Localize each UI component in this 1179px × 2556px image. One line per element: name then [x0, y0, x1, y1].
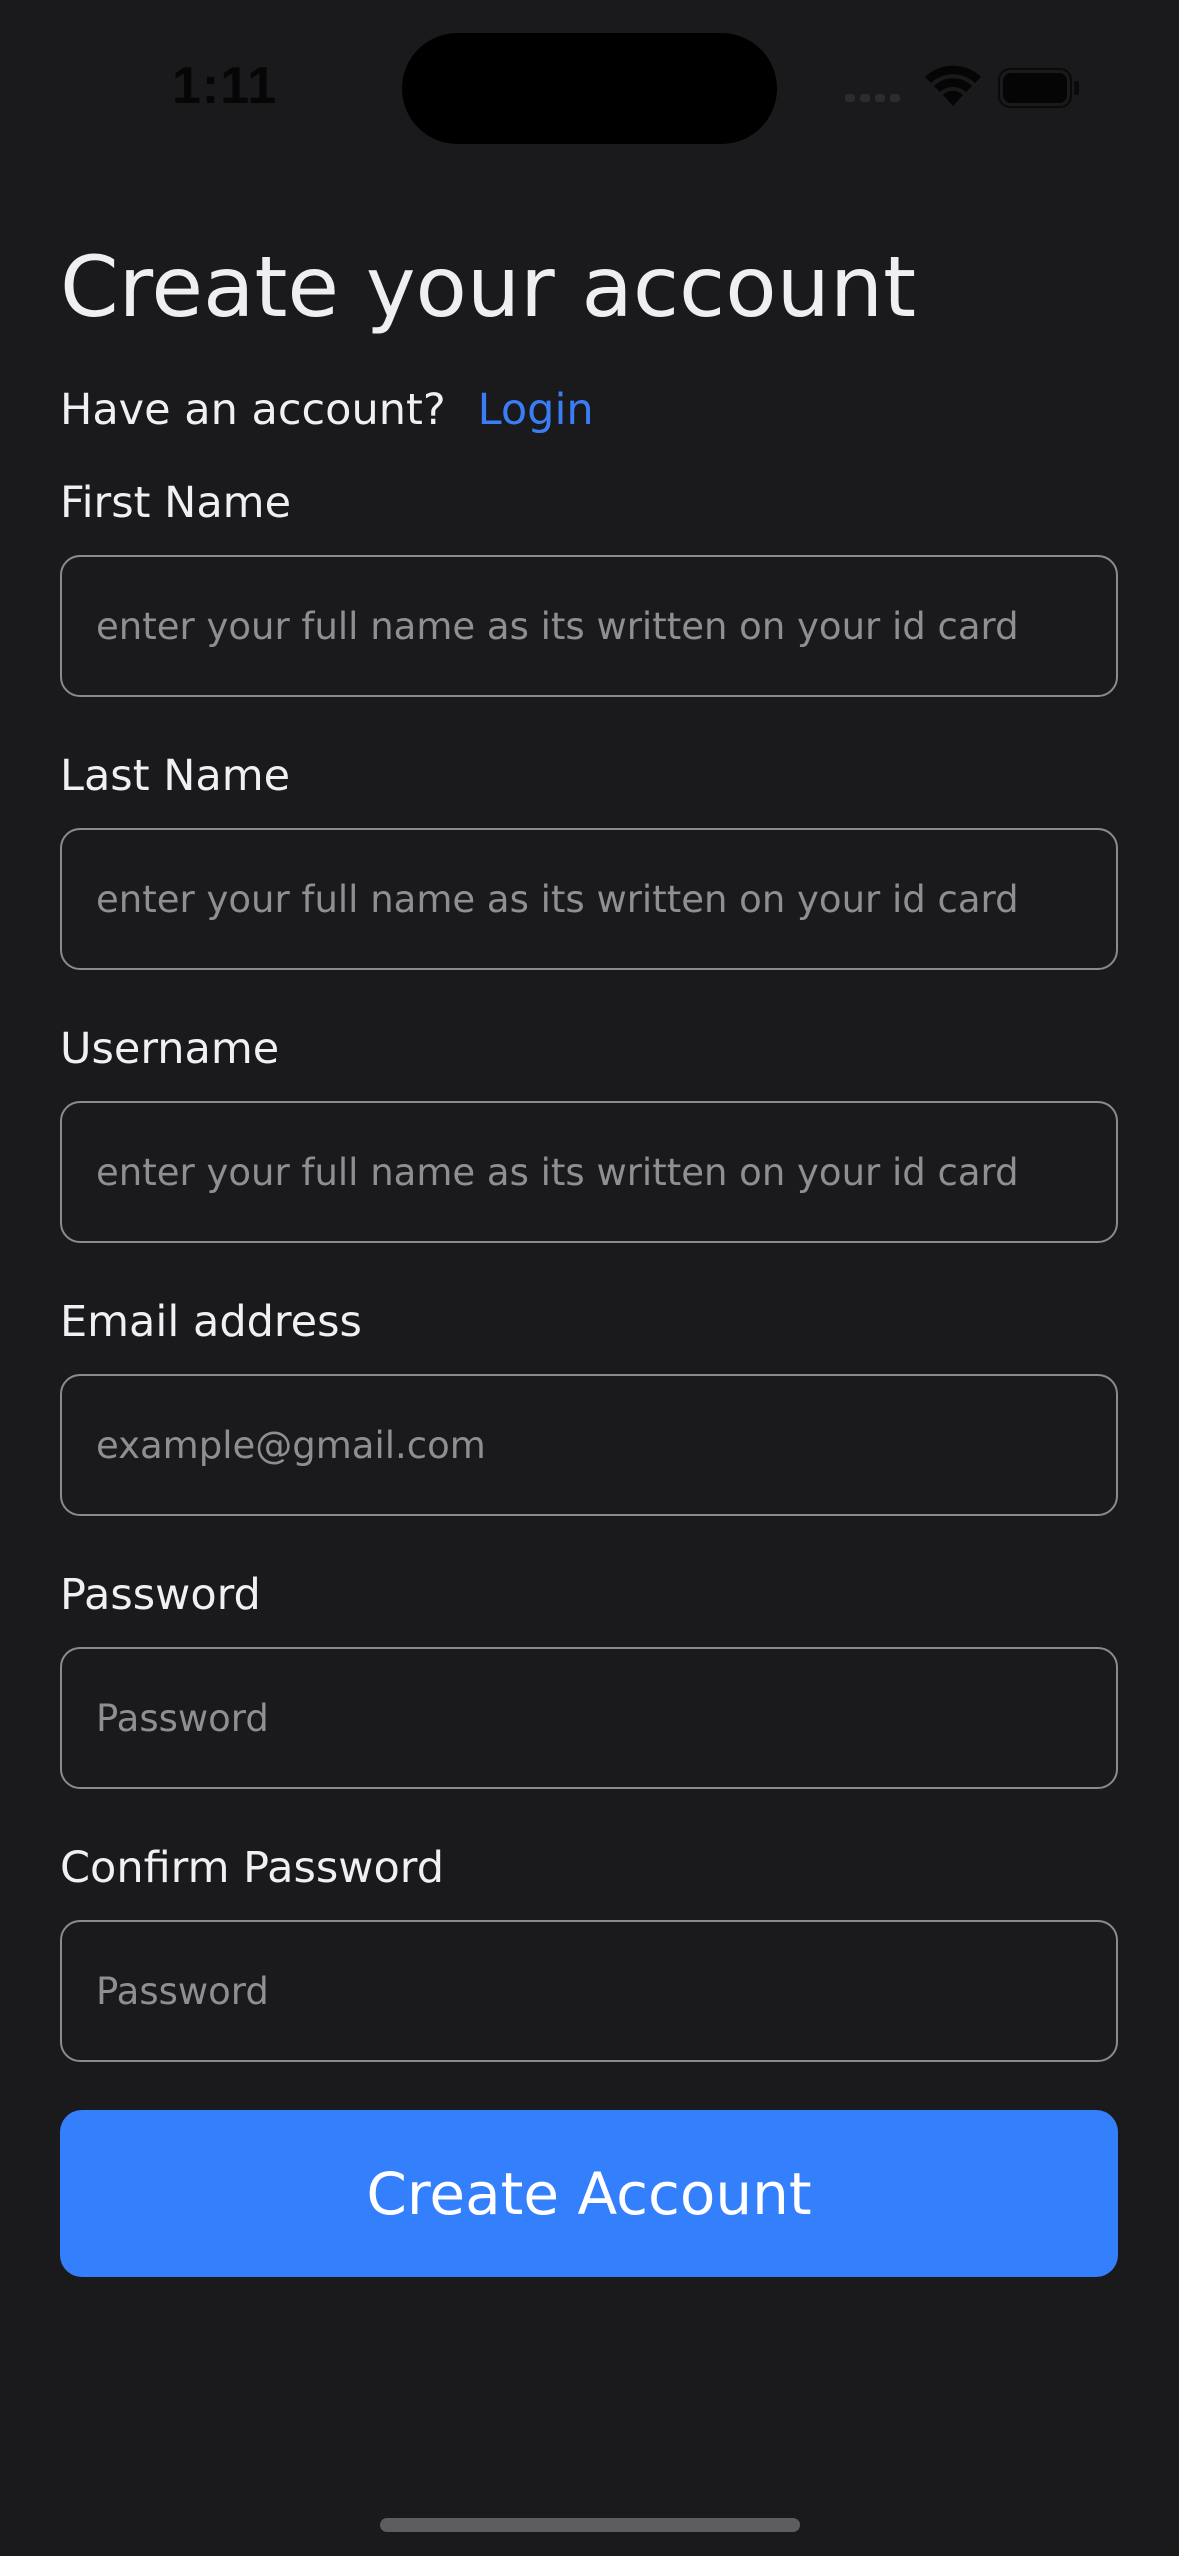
password-placeholder: Password	[96, 1696, 269, 1740]
status-time: 1:11	[172, 57, 278, 115]
page-title: Create your account	[60, 238, 917, 336]
email-label: Email address	[60, 1297, 362, 1347]
first-name-placeholder: enter your full name as its written on y…	[96, 604, 1019, 648]
confirm-password-input[interactable]: Password	[60, 1920, 1118, 2062]
last-name-placeholder: enter your full name as its written on y…	[96, 877, 1019, 921]
login-row: Have an account? Login	[60, 385, 594, 435]
battery-icon	[998, 68, 1082, 112]
last-name-input[interactable]: enter your full name as its written on y…	[60, 828, 1118, 970]
first-name-input[interactable]: enter your full name as its written on y…	[60, 555, 1118, 697]
email-placeholder: example@gmail.com	[96, 1423, 486, 1467]
dynamic-island	[402, 33, 777, 144]
home-indicator[interactable]	[380, 2518, 800, 2532]
last-name-label: Last Name	[60, 751, 291, 801]
username-input[interactable]: enter your full name as its written on y…	[60, 1101, 1118, 1243]
username-label: Username	[60, 1024, 280, 1074]
password-input[interactable]: Password	[60, 1647, 1118, 1789]
confirm-password-placeholder: Password	[96, 1969, 269, 2013]
email-input[interactable]: example@gmail.com	[60, 1374, 1118, 1516]
cellular-signal-icon	[845, 94, 900, 102]
confirm-password-label: Confirm Password	[60, 1843, 444, 1893]
create-account-label: Create Account	[366, 2159, 812, 2228]
wifi-icon	[925, 64, 981, 110]
login-link[interactable]: Login	[478, 385, 594, 435]
first-name-label: First Name	[60, 478, 292, 528]
login-prompt: Have an account?	[60, 385, 446, 435]
password-label: Password	[60, 1570, 261, 1620]
create-account-button[interactable]: Create Account	[60, 2110, 1118, 2277]
username-placeholder: enter your full name as its written on y…	[96, 1150, 1019, 1194]
